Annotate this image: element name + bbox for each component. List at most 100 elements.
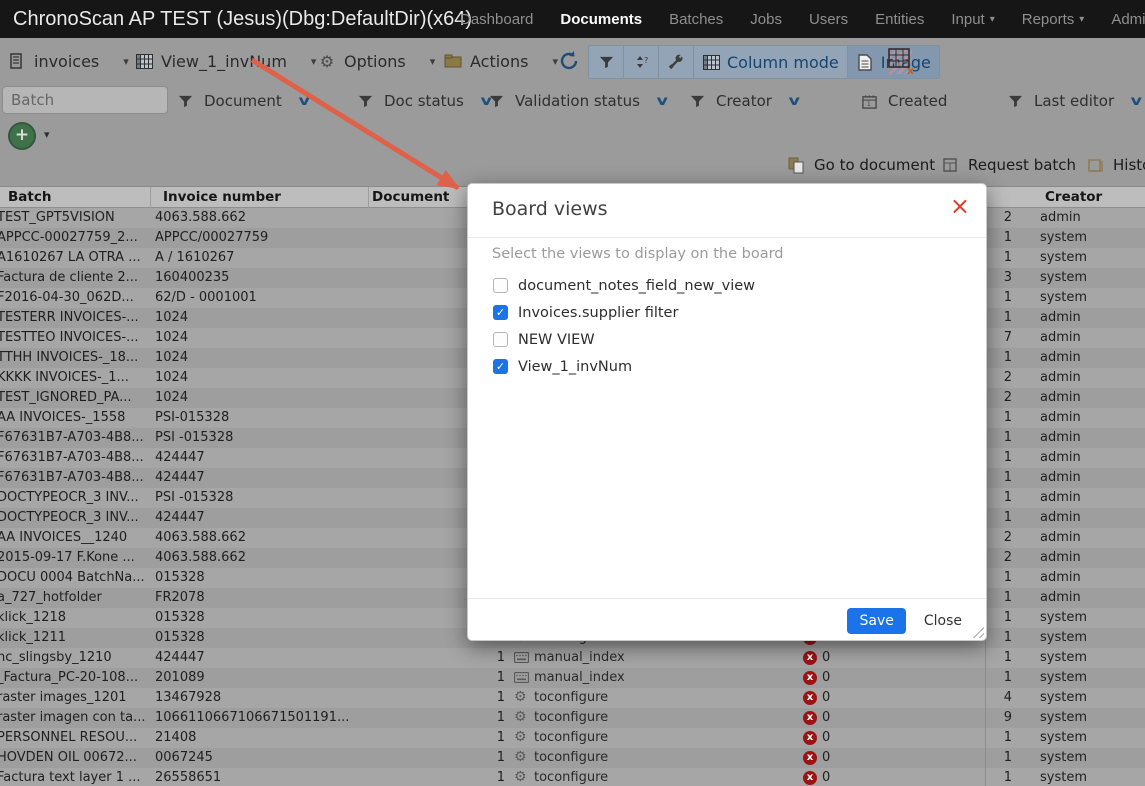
cell-batch: nc_slingsby_1210 [0,650,149,665]
filter-icon [176,92,194,110]
gear-icon: ⚙ [514,751,529,764]
refresh-icon[interactable] [558,50,580,72]
column-mode-button[interactable]: Column mode [694,46,848,78]
nav-item-batches[interactable]: Batches [669,11,723,28]
sort-button[interactable]: ? [624,46,659,78]
cell-creator: admin [1040,470,1081,485]
gear-icon: ⚙ [514,691,529,704]
cell-creator: system [1040,250,1087,265]
invoices-label: invoices [34,52,99,71]
chevron-down-icon: ▾ [311,55,317,68]
filter-button[interactable] [589,46,624,78]
filter-document[interactable]: Documentv [176,84,308,118]
filter-label: Creator [716,92,772,110]
table-row[interactable]: raster images_1201 13467928 1 ⚙ toconfig… [0,688,1145,708]
cell-invoice-number: 0067245 [155,750,367,765]
table-row[interactable]: Factura text layer 1 ... 26558651 1 ⚙ to… [0,768,1145,786]
nav-item-jobs[interactable]: Jobs [750,11,782,28]
last-editor-filter[interactable]: Last editor v [1006,84,1141,118]
table-row[interactable]: PERSONNEL RESOU... 21408 1 ⚙ toconfigure… [0,728,1145,748]
batch-filter-input[interactable] [2,86,168,114]
options-dropdown[interactable]: ⚙ Options ▾ [318,38,435,84]
nav-item-administra[interactable]: Administra [1111,11,1145,28]
checkbox-checked[interactable]: ✓ [493,305,508,320]
cell-batch: _Factura_PC-20-108... [0,670,149,685]
tools-button[interactable] [659,46,694,78]
history-link[interactable]: Histo [1086,156,1145,174]
view-option-label: NEW VIEW [518,332,595,348]
cell-batch: F67631B7-A703-4B8... [0,470,149,485]
invoices-dropdown[interactable]: invoices ▾ [8,38,129,84]
header-creator[interactable]: Creator [1045,189,1102,205]
cell-batch: HOVDEN OIL 00672... [0,750,149,765]
column-mode-label: Column mode [727,53,839,72]
close-icon[interactable]: × [950,194,970,218]
cell-invoice-number: 4063.588.662 [155,210,367,225]
cell-creator: admin [1040,310,1081,325]
grid-disabled-icon[interactable]: x [888,48,912,74]
header-document[interactable]: Document [372,189,449,205]
actions-dropdown[interactable]: Actions ▾ [444,38,558,84]
go-to-document-link[interactable]: Go to document [787,156,935,174]
nav-item-reports[interactable]: Reports▾ [1022,11,1085,28]
nav-label: Batches [669,11,723,28]
close-button[interactable]: Close [916,608,970,634]
cell-creator: system [1040,650,1087,665]
cell-batch: TESTERR INVOICES-... [0,310,149,325]
checkbox-unchecked[interactable] [493,332,508,347]
cell-invoice-number: 1024 [155,310,367,325]
nav-item-input[interactable]: Input▾ [951,11,994,28]
cell-doc-status: ⚙ toconfigure [514,750,608,765]
table-row[interactable]: nc_slingsby_1210 424447 1 manual_index x… [0,648,1145,668]
table-row[interactable]: raster imagen con ta... 1066110667106671… [0,708,1145,728]
nav-item-entities[interactable]: Entities [875,11,924,28]
filter-validation-status[interactable]: Validation statusv [487,84,666,118]
chevron-down-icon: v [1131,94,1142,109]
table-row[interactable]: _Factura_PC-20-108... 201089 1 manual_in… [0,668,1145,688]
cell-creator: system [1040,730,1087,745]
filter-doc-status[interactable]: Doc statusv [356,84,490,118]
created-filter[interactable]: 1 Created [860,84,947,118]
add-dropdown-caret[interactable]: ▾ [44,128,50,141]
cell-batch: Factura text layer 1 ... [0,770,149,785]
header-batch[interactable]: Batch [8,189,51,205]
nav-label: Entities [875,11,924,28]
nav-item-dashboard[interactable]: Dashboard [460,11,533,28]
cell-batch: AA INVOICES__1240 [0,530,149,545]
chronoscan-app: ChronoScan AP TEST (Jesus)(Dbg:DefaultDi… [0,0,1145,786]
cell-invoice-number: 1024 [155,370,367,385]
cell-batch: F67631B7-A703-4B8... [0,450,149,465]
cell-batch: TESTTEO INVOICES-... [0,330,149,345]
cell-document-count: 1 [455,750,505,765]
status-label: manual_index [534,650,625,665]
header-invoice[interactable]: Invoice number [163,189,281,205]
filter-creator[interactable]: Creator v [688,84,798,118]
cell-creator: admin [1040,350,1081,365]
checkbox-checked[interactable]: ✓ [493,359,508,374]
add-button[interactable]: + [8,122,36,150]
cell-batch: klick_1211 [0,630,149,645]
nav-item-users[interactable]: Users [809,11,848,28]
save-button[interactable]: Save [847,608,905,634]
view-dropdown[interactable]: View_1_invNum ▾ [135,38,316,84]
view-label: View_1_invNum [161,52,287,71]
request-batch-link[interactable]: Request batch [941,156,1076,174]
status-label: toconfigure [534,730,608,745]
nav-item-documents[interactable]: Documents [560,11,642,28]
cell-invoice-number: FR2078 [155,590,367,605]
cell-invoice-number: APPCC/00027759 [155,230,367,245]
cell-creator: admin [1040,370,1081,385]
cell-invoice-number: 21408 [155,730,367,745]
cell-batch: klick_1218 [0,610,149,625]
error-count: 0 [822,670,830,685]
cell-creator: admin [1040,450,1081,465]
checkbox-unchecked[interactable] [493,278,508,293]
table-row[interactable]: HOVDEN OIL 00672... 0067245 1 ⚙ toconfig… [0,748,1145,768]
cell-document-count: 1 [455,730,505,745]
last-editor-label: Last editor [1034,92,1114,110]
view-option: ✓View_1_invNum [493,353,755,380]
chevron-down-icon: v [788,94,799,109]
copy-document-icon [787,156,805,174]
chevron-down-icon: ▾ [990,14,995,25]
cell-creator: admin [1040,590,1081,605]
